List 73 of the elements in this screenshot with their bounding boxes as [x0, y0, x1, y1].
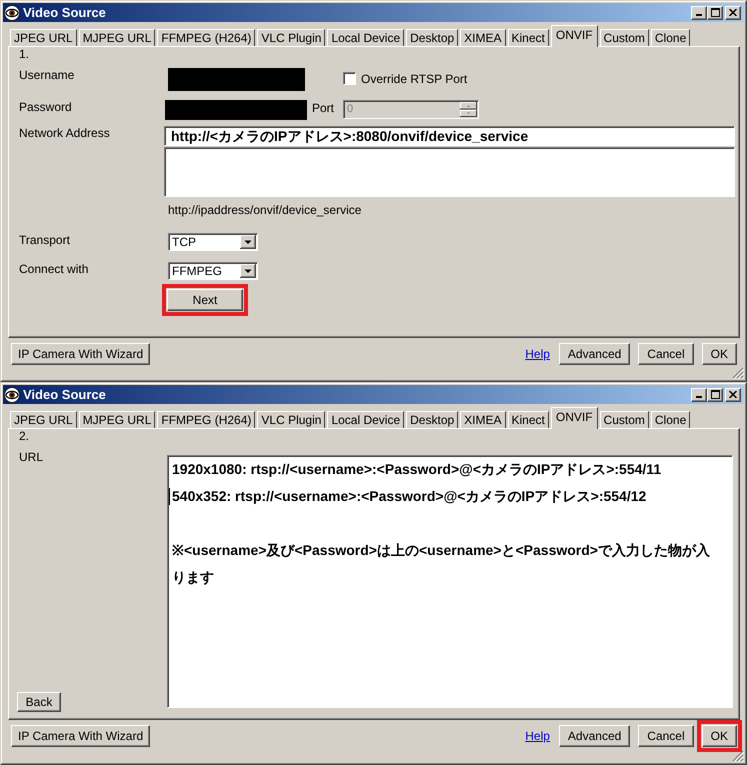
eye-icon: [4, 4, 20, 20]
tab[interactable]: VLC Plugin: [257, 29, 326, 46]
tab[interactable]: Clone: [650, 411, 690, 428]
checkbox[interactable]: [343, 72, 356, 85]
maximize-icon: [710, 8, 720, 17]
field-label: Password: [19, 100, 72, 114]
tab[interactable]: Kinect: [508, 29, 549, 46]
url-text-line: 540x352: rtsp://<username>:<Password>@<カメラのIPアドレス>:554/12: [172, 487, 648, 506]
tab[interactable]: FFMPEG (H264): [157, 411, 256, 428]
window-title: Video Source: [23, 388, 106, 401]
maximize-button[interactable]: [707, 6, 723, 20]
dialog-button[interactable]: Cancel: [638, 725, 694, 747]
url-text-line: 1920x1080: rtsp://<username>:<Password>@<カメラのIPアドレス>:554/11: [172, 460, 662, 479]
wizard-button[interactable]: IP Camera With Wizard: [11, 343, 150, 365]
field-label: URL: [19, 450, 44, 464]
dialog-button[interactable]: OK: [702, 343, 737, 365]
network-address-field[interactable]: http://<カメラのIPアドレス>:8080/onvif/device_service: [164, 126, 735, 146]
dropdown-arrow-icon: [240, 264, 256, 278]
minimize-icon: [696, 396, 702, 398]
tab[interactable]: JPEG URL: [10, 29, 77, 46]
example-text: http://ipaddress/onvif/device_service: [168, 203, 362, 217]
tab[interactable]: XIMEA: [460, 411, 506, 428]
step-number: 2.: [19, 429, 30, 443]
help-link[interactable]: Help: [525, 729, 550, 743]
tab[interactable]: Desktop: [406, 411, 458, 428]
tab[interactable]: FFMPEG (H264): [157, 29, 256, 46]
dialog-button[interactable]: Cancel: [638, 343, 694, 365]
field-label: Connect with: [19, 262, 88, 276]
close-button[interactable]: [725, 6, 741, 20]
close-icon: [729, 9, 737, 16]
minimize-button[interactable]: [691, 388, 707, 402]
tab[interactable]: MJPEG URL: [78, 29, 156, 46]
help-link[interactable]: Help: [525, 347, 550, 361]
next-button[interactable]: Next: [167, 289, 243, 311]
tab[interactable]: Local Device: [327, 29, 404, 46]
tab[interactable]: Custom: [600, 29, 649, 46]
tab[interactable]: Local Device: [327, 411, 404, 428]
dialog-button[interactable]: OK: [702, 725, 737, 747]
maximize-icon: [710, 390, 720, 399]
tab[interactable]: JPEG URL: [10, 411, 77, 428]
tab[interactable]: VLC Plugin: [257, 411, 326, 428]
tab[interactable]: Custom: [600, 411, 649, 428]
wizard-button[interactable]: IP Camera With Wizard: [11, 725, 150, 747]
checkbox-label: Override RTSP Port: [361, 72, 468, 86]
tab[interactable]: Desktop: [406, 29, 458, 46]
tab[interactable]: ONVIF: [550, 25, 598, 47]
tab[interactable]: XIMEA: [460, 29, 506, 46]
field-label: Username: [19, 68, 74, 82]
back-button[interactable]: Back: [17, 692, 61, 712]
field-label: Transport: [19, 233, 70, 247]
connect-with-select[interactable]: FFMPEG: [168, 262, 258, 280]
dialog-button[interactable]: Advanced: [558, 725, 630, 747]
close-icon: [729, 391, 737, 398]
url-text-area[interactable]: 1920x1080: rtsp://<username>:<Password>@<カメラのIPアドレス>:554/11 540x352: rtsp://<username>:<Password>@<カメラのIPアドレス>:554/12 ※<username>及び<Password>は上の<username>と<Password>で入力した物が入ります: [167, 455, 733, 708]
tab[interactable]: Kinect: [508, 411, 549, 428]
tab[interactable]: ONVIF: [550, 407, 598, 429]
list-box[interactable]: [164, 147, 735, 197]
eye-icon: [4, 386, 20, 402]
field-label: Network Address: [19, 126, 110, 140]
spinner-arrows-icon: [460, 102, 478, 117]
minimize-button[interactable]: [691, 6, 707, 20]
close-button[interactable]: [725, 388, 741, 402]
port-label: Port: [312, 101, 334, 115]
dialog-button[interactable]: Advanced: [558, 343, 630, 365]
window-title: Video Source: [23, 6, 106, 19]
minimize-icon: [696, 14, 702, 16]
tab[interactable]: Clone: [650, 29, 690, 46]
maximize-button[interactable]: [707, 388, 723, 402]
dropdown-arrow-icon: [240, 235, 256, 249]
note-text: ※<username>及び<Password>は上の<username>と<Password>で入力した物が入ります: [172, 541, 711, 587]
transport-select[interactable]: TCP: [168, 233, 258, 251]
step-number: 1.: [19, 47, 30, 61]
tab[interactable]: MJPEG URL: [78, 411, 156, 428]
